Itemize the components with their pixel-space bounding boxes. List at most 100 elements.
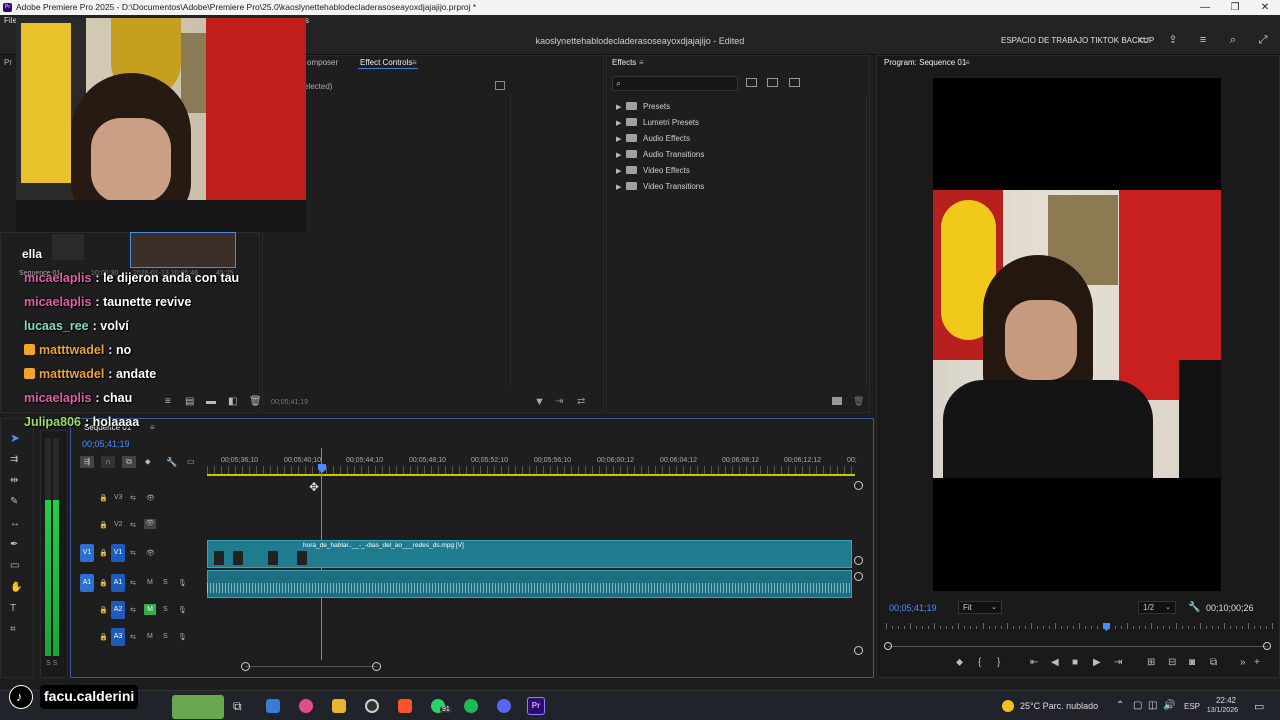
wrench-icon[interactable]: 🔧	[166, 456, 177, 468]
go-to-in-icon[interactable]: ⇤	[1030, 657, 1038, 669]
add-button-icon[interactable]: +	[1254, 657, 1260, 669]
sequence-thumbnail[interactable]	[130, 232, 236, 268]
caption-tool-icon[interactable]: ⌗	[10, 624, 16, 636]
sync-lock-icon[interactable]: ⇆	[130, 633, 136, 641]
workspace-menu-icon[interactable]: ▭	[1137, 33, 1151, 47]
sync-lock-icon[interactable]: ⇆	[130, 494, 136, 502]
sync-lock-icon[interactable]: ⇆	[130, 606, 136, 614]
timeline-timecode[interactable]: 00;05;41;19	[82, 439, 130, 449]
zoom-handle-left[interactable]	[884, 642, 892, 650]
volume-icon[interactable]: 🔊	[1163, 700, 1175, 711]
compare-icon[interactable]: ⧉	[1210, 657, 1217, 669]
program-zoom-bar[interactable]	[888, 646, 1268, 647]
fullscreen-icon[interactable]: ⤢	[1256, 33, 1270, 47]
work-area-bar[interactable]	[207, 474, 855, 476]
sync-lock-icon[interactable]: ⇆	[130, 549, 136, 557]
clock-time[interactable]: 22:42	[1212, 696, 1236, 705]
lock-icon[interactable]: 🔒	[99, 549, 108, 557]
snap-icon[interactable]: ∩	[101, 456, 115, 468]
tray-icon[interactable]: ▢	[1133, 700, 1142, 711]
panel-expand-icon[interactable]	[495, 81, 505, 90]
slip-tool-icon[interactable]: ↔	[10, 518, 20, 530]
panel-menu-icon[interactable]: ≡	[639, 58, 644, 67]
ripple-edit-icon[interactable]: ⇹	[10, 475, 18, 487]
list-view-icon[interactable]: ≡	[165, 396, 171, 407]
tab-effects[interactable]: Effects	[612, 58, 636, 67]
program-monitor-tab[interactable]: Program: Sequence 01	[884, 58, 966, 67]
panel-menu-icon[interactable]: ≡	[412, 58, 417, 67]
zoom-handle-right[interactable]	[372, 662, 381, 671]
source-patch-a1[interactable]: A1	[80, 574, 94, 592]
panel-menu-icon[interactable]: ≡	[965, 58, 970, 67]
lock-icon[interactable]: 🔒	[99, 521, 108, 529]
filter-icon[interactable]: ▼	[534, 396, 545, 408]
weather-text[interactable]: 25°C Parc. nublado	[1020, 701, 1098, 711]
track-scroll-handle[interactable]	[854, 481, 863, 490]
search-icon[interactable]: ⌕	[1226, 33, 1240, 47]
task-view-icon[interactable]: ⧉	[233, 699, 247, 713]
new-bin-icon[interactable]: ▬	[206, 396, 216, 407]
sync-lock-icon[interactable]: ⇆	[130, 579, 136, 587]
program-current-timecode[interactable]: 00;05;41;19	[889, 603, 937, 613]
track-target-a3[interactable]: A3	[111, 628, 125, 646]
add-marker-icon[interactable]: ⬥	[956, 657, 963, 669]
mute-button[interactable]: M	[147, 633, 153, 640]
premiere-taskbar-icon[interactable]: Pr	[527, 697, 545, 715]
app-icon[interactable]	[299, 699, 313, 713]
track-scroll-handle[interactable]	[854, 646, 863, 655]
tray-icon[interactable]: ◫	[1148, 700, 1157, 711]
file-explorer-icon[interactable]	[332, 699, 346, 713]
more-icon[interactable]: »	[1240, 657, 1246, 669]
tab-effect-controls[interactable]: Effect Controls	[360, 58, 412, 67]
microphone-icon[interactable]: 🎙	[178, 579, 187, 587]
track-scroll-handle[interactable]	[854, 556, 863, 565]
minimize-icon[interactable]: —	[1190, 0, 1220, 15]
clock-date[interactable]: 13/1/2026	[1198, 707, 1238, 714]
solo-button[interactable]: S	[163, 606, 168, 613]
selection-tool-icon[interactable]: ➤	[10, 432, 20, 444]
lock-icon[interactable]: 🔒	[99, 494, 108, 502]
zoom-handle-right[interactable]	[1263, 642, 1271, 650]
track-select-icon[interactable]: ⇉	[10, 454, 18, 466]
maximize-icon[interactable]: ❐	[1220, 0, 1250, 15]
mark-out-icon[interactable]: }	[997, 657, 1000, 669]
spotify-icon[interactable]	[464, 699, 478, 713]
zoom-handle-left[interactable]	[241, 662, 250, 671]
taskbar-weather-widget-image[interactable]	[172, 695, 224, 719]
share-icon[interactable]: ⇪	[1166, 33, 1180, 47]
trash-icon[interactable]: 🗑	[853, 396, 864, 407]
trash-icon[interactable]: 🗑	[249, 396, 262, 407]
eye-hidden-icon[interactable]: 👁	[144, 519, 156, 529]
new-item-icon[interactable]: ◧	[228, 396, 237, 407]
clip-thumbnail[interactable]	[52, 234, 84, 260]
microphone-icon[interactable]: 🎙	[178, 606, 187, 614]
store-icon[interactable]	[266, 699, 280, 713]
mark-in-icon[interactable]: {	[978, 657, 981, 669]
new-bin-icon[interactable]	[832, 397, 842, 405]
extract-icon[interactable]: ⊟	[1168, 657, 1176, 669]
lift-icon[interactable]: ⊞	[1147, 657, 1155, 669]
track-scroll-handle[interactable]	[854, 572, 863, 581]
step-forward-icon[interactable]: ▶	[1093, 657, 1101, 669]
tab-pr-partial[interactable]: Pr	[4, 58, 12, 67]
source-patch-v1[interactable]: V1	[80, 544, 94, 562]
pen-tool-icon[interactable]: ✒	[10, 539, 18, 551]
hamburger-icon[interactable]: ≡	[1196, 33, 1210, 47]
tab-audio-mixer[interactable]: omposer	[307, 58, 338, 67]
solo-button[interactable]: S	[163, 633, 168, 640]
fit-dropdown[interactable]: Fit ⌄	[958, 601, 1002, 614]
freeform-view-icon[interactable]: ▤	[185, 396, 194, 407]
razor-tool-icon[interactable]: ✎	[10, 496, 18, 508]
menu-file[interactable]: File	[4, 16, 17, 25]
step-back-icon[interactable]: ◀	[1051, 657, 1059, 669]
export-icon[interactable]: ⇥	[555, 396, 563, 407]
eye-icon[interactable]: 👁	[146, 549, 155, 557]
effects-search-input[interactable]	[612, 76, 738, 91]
lock-icon[interactable]: 🔒	[99, 606, 108, 614]
sync-lock-icon[interactable]: ⇆	[130, 521, 136, 529]
wrench-icon[interactable]: 🔧	[1188, 602, 1200, 613]
workspace-selector[interactable]: ESPACIO DE TRABAJO TIKTOK BACKUP	[1001, 36, 1154, 45]
effects-folder-video-effects[interactable]: ▶ Video Effects	[616, 165, 690, 177]
microphone-icon[interactable]: 🎙	[178, 633, 187, 641]
camera-icon[interactable]: ◙	[1189, 657, 1195, 669]
